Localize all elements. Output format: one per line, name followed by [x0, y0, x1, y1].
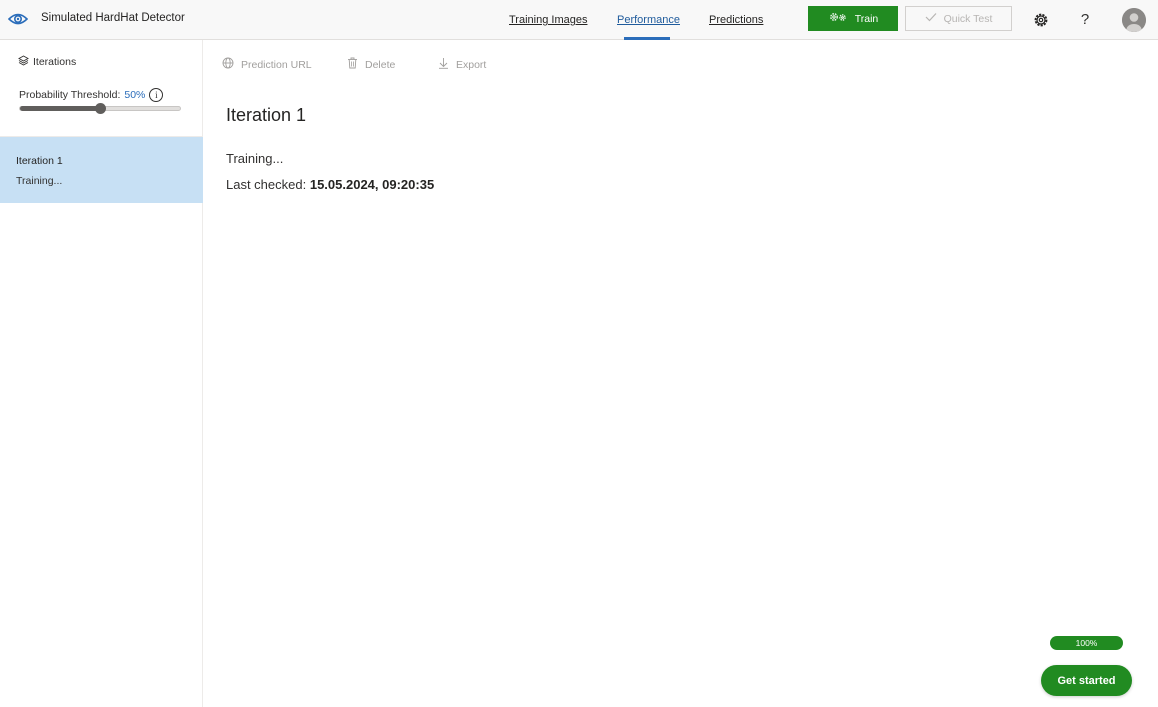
info-icon[interactable]: i — [149, 88, 164, 102]
training-status: Training... — [226, 151, 284, 166]
train-button[interactable]: Train — [808, 6, 898, 31]
get-started-button[interactable]: Get started — [1041, 665, 1132, 696]
iteration-item[interactable]: Iteration 1 Training... — [0, 137, 203, 203]
tab-training-images[interactable]: Training Images — [509, 14, 587, 26]
quick-test-label: Quick Test — [943, 12, 993, 25]
iteration-name: Iteration 1 — [16, 155, 63, 167]
delete-label: Delete — [365, 58, 396, 71]
export-button[interactable]: Export — [438, 57, 486, 72]
check-icon — [925, 12, 937, 25]
tab-performance[interactable]: Performance — [617, 14, 680, 26]
active-tab-indicator — [624, 37, 670, 40]
quick-test-button[interactable]: Quick Test — [905, 6, 1012, 31]
gears-icon — [828, 11, 848, 26]
layers-icon — [18, 55, 29, 69]
progress-badge: 100% — [1050, 636, 1123, 650]
app-title: Simulated HardHat Detector — [41, 12, 185, 24]
prediction-url-label: Prediction URL — [241, 58, 312, 71]
threshold-value: 50% — [124, 89, 146, 101]
help-icon[interactable]: ? — [1075, 9, 1095, 29]
probability-threshold: Probability Threshold: 50% i — [19, 88, 164, 102]
iteration-title: Iteration 1 — [226, 105, 307, 125]
iteration-status: Training... — [16, 175, 63, 187]
slider-fill — [20, 106, 100, 111]
threshold-label: Probability Threshold: — [19, 89, 121, 101]
delete-button[interactable]: Delete — [347, 57, 395, 72]
tab-predictions[interactable]: Predictions — [709, 14, 763, 26]
iterations-sidebar: Iterations Probability Threshold: 50% i … — [0, 40, 203, 707]
gear-icon[interactable] — [1031, 10, 1051, 30]
last-checked: Last checked: 15.05.2024, 09:20:35 — [226, 177, 434, 192]
download-icon — [438, 57, 449, 72]
threshold-slider[interactable] — [19, 103, 181, 114]
last-checked-label: Last checked: — [226, 177, 307, 192]
trash-icon — [347, 57, 358, 72]
prediction-url-button[interactable]: Prediction URL — [222, 57, 312, 72]
globe-icon — [222, 57, 234, 72]
slider-thumb[interactable] — [95, 103, 106, 114]
eye-icon[interactable] — [7, 9, 29, 29]
train-label: Train — [854, 12, 879, 25]
last-checked-value: 15.05.2024, 09:20:35 — [309, 177, 435, 192]
iterations-header: Iterations — [18, 55, 76, 69]
iterations-label: Iterations — [33, 56, 77, 68]
export-label: Export — [456, 58, 487, 71]
avatar-icon[interactable] — [1122, 8, 1146, 32]
top-bar: Simulated HardHat Detector Training Imag… — [0, 0, 1158, 40]
